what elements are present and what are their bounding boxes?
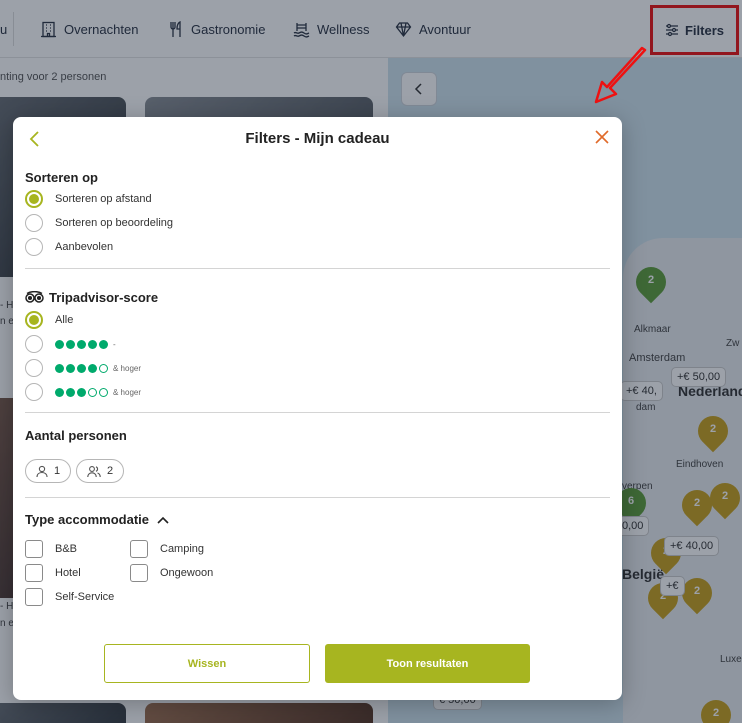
checkbox[interactable] xyxy=(25,540,43,558)
rating-bubble-filled xyxy=(55,363,64,373)
radio-label: Sorteren op beoordeling xyxy=(55,217,174,229)
rating-bubble-filled xyxy=(88,339,97,349)
accommodation-option-self-service[interactable]: Self-Service xyxy=(25,588,114,606)
rating-bubble-filled xyxy=(88,363,97,373)
checkbox[interactable] xyxy=(130,540,148,558)
radio-label: Aanbevolen xyxy=(55,241,114,253)
tripadvisor-owl-icon xyxy=(25,291,44,303)
checkbox-label: Hotel xyxy=(55,567,81,579)
rating-suffix: & hoger xyxy=(113,363,142,373)
checkbox-label: Self-Service xyxy=(55,591,115,603)
tripadvisor-section-title: Tripadvisor-score xyxy=(25,290,158,305)
radio-button[interactable] xyxy=(25,335,43,353)
rating-bubbles xyxy=(55,387,110,397)
chevron-up-icon xyxy=(157,516,169,524)
checkbox-label: Ongewoon xyxy=(160,567,214,579)
tripadvisor-option-all[interactable]: Alle xyxy=(25,311,73,329)
tripadvisor-title-label: Tripadvisor-score xyxy=(49,290,159,305)
red-arrow-annotation xyxy=(594,46,647,104)
tripadvisor-option-4[interactable]: & hoger xyxy=(25,359,141,377)
accommodation-option-camping[interactable]: Camping xyxy=(130,540,204,558)
rating-bubble-filled xyxy=(66,339,75,349)
close-icon[interactable] xyxy=(594,129,610,145)
section-divider xyxy=(25,268,610,269)
sort-option-recommended[interactable]: Aanbevolen xyxy=(25,238,113,256)
checkbox[interactable] xyxy=(25,564,43,582)
checkbox[interactable] xyxy=(25,588,43,606)
rating-bubble-filled xyxy=(77,339,86,349)
checkbox-label: B&B xyxy=(55,543,78,555)
radio-button[interactable] xyxy=(25,238,43,256)
radio-label: Sorteren op afstand xyxy=(55,193,152,205)
rating-bubble-filled xyxy=(66,363,75,373)
section-divider xyxy=(25,497,610,498)
accommodation-option-bnb[interactable]: B&B xyxy=(25,540,77,558)
person-icon xyxy=(36,465,48,477)
accommodation-option-ongewoon[interactable]: Ongewoon xyxy=(130,564,213,582)
rating-bubble-filled xyxy=(77,387,86,397)
accommodation-section-toggle[interactable]: Type accommodatie xyxy=(25,512,169,527)
persons-chip-2[interactable]: 2 xyxy=(76,459,125,483)
radio-button[interactable] xyxy=(25,383,43,401)
accommodation-section-title: Type accommodatie xyxy=(25,512,150,527)
checkbox[interactable] xyxy=(130,564,148,582)
persons-chip-label: 2 xyxy=(107,465,114,477)
rating-bubble-filled xyxy=(55,387,64,397)
sort-option-distance[interactable]: Sorteren op afstand xyxy=(25,190,152,208)
radio-button[interactable] xyxy=(25,311,43,329)
persons-chip-1[interactable]: 1 xyxy=(25,459,72,483)
people-icon xyxy=(87,465,101,477)
rating-suffix: & hoger xyxy=(113,387,142,397)
radio-button[interactable] xyxy=(25,359,43,377)
clear-button[interactable]: Wissen xyxy=(104,644,310,683)
filters-modal: Filters - Mijn cadeau Sorteren op Sorter… xyxy=(13,117,622,700)
sort-option-rating[interactable]: Sorteren op beoordeling xyxy=(25,214,173,232)
tripadvisor-option-5[interactable]: - xyxy=(25,335,116,353)
section-divider xyxy=(25,412,610,413)
rating-bubble-filled xyxy=(99,339,108,349)
radio-label: Alle xyxy=(55,314,74,326)
rating-bubbles xyxy=(55,339,110,349)
persons-section-title: Aantal personen xyxy=(25,428,127,443)
tripadvisor-option-3[interactable]: & hoger xyxy=(25,383,141,401)
rating-bubble-filled xyxy=(77,363,86,373)
rating-bubble-empty xyxy=(99,363,108,373)
rating-suffix: - xyxy=(113,339,116,349)
persons-chip-label: 1 xyxy=(54,465,61,477)
rating-bubble-filled xyxy=(55,339,64,349)
show-results-button[interactable]: Toon resultaten xyxy=(325,644,530,683)
modal-title: Filters - Mijn cadeau xyxy=(245,130,390,147)
accommodation-option-hotel[interactable]: Hotel xyxy=(25,564,81,582)
rating-bubble-filled xyxy=(66,387,75,397)
rating-bubbles xyxy=(55,363,110,373)
radio-button[interactable] xyxy=(25,190,43,208)
checkbox-label: Camping xyxy=(160,543,205,555)
sort-section-title: Sorteren op xyxy=(25,170,98,185)
radio-button[interactable] xyxy=(25,214,43,232)
rating-bubble-empty xyxy=(99,387,108,397)
rating-bubble-empty xyxy=(88,387,97,397)
